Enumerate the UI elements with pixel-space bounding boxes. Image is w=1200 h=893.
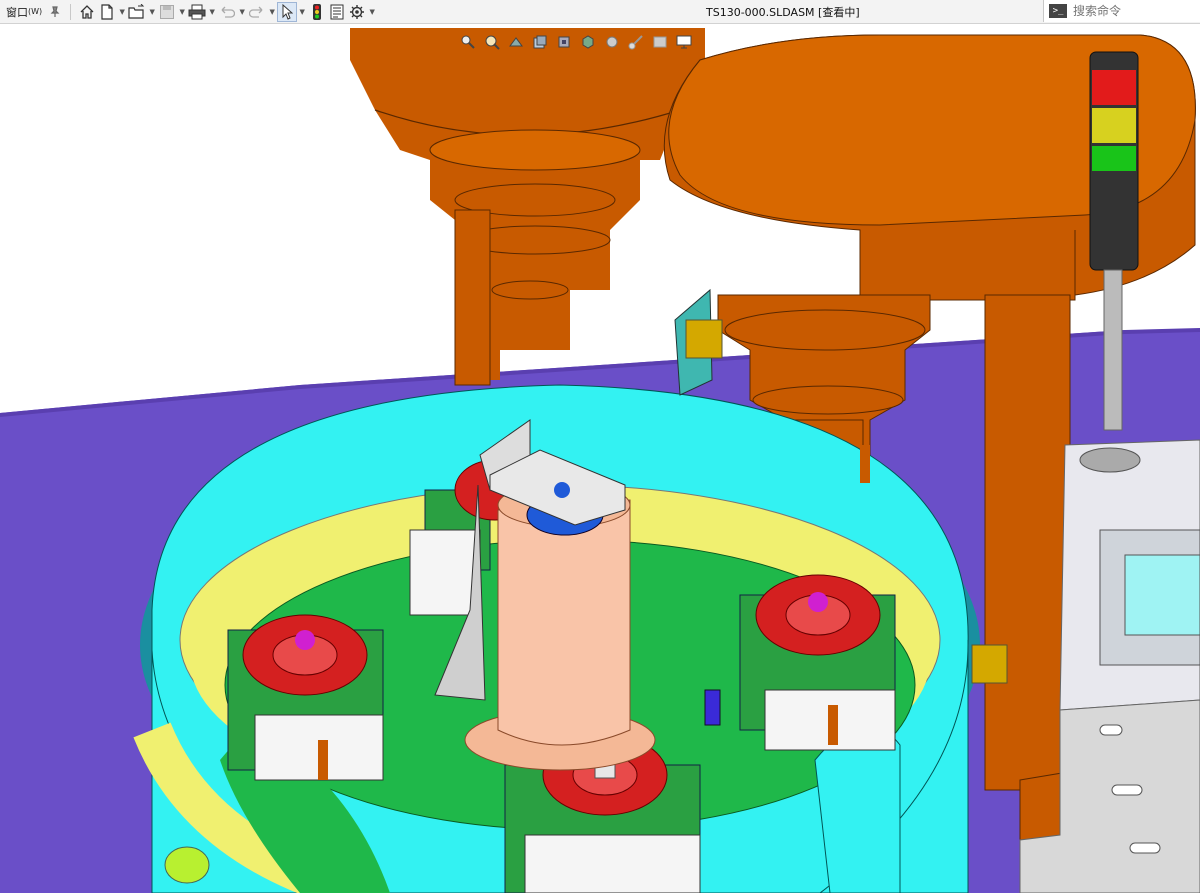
zoom-to-fit-icon[interactable] — [458, 33, 478, 51]
chevron-down-icon[interactable]: ▼ — [147, 0, 157, 23]
chevron-down-icon[interactable]: ▼ — [367, 0, 377, 23]
edit-appearance-icon[interactable] — [626, 33, 646, 51]
view-settings-icon[interactable] — [674, 33, 694, 51]
select-arrow-icon[interactable] — [277, 1, 298, 22]
display-style-icon[interactable] — [578, 33, 598, 51]
print-icon[interactable] — [187, 2, 207, 22]
undo-icon[interactable] — [217, 2, 237, 22]
traffic-light-icon[interactable] — [307, 2, 327, 22]
heads-up-view-toolbar — [458, 32, 694, 52]
main-toolbar: 窗口 (W) ▼ ▼ ▼ ▼ ▼ ▼ ▼ ▼ — [0, 0, 1200, 24]
pin-icon[interactable] — [46, 0, 64, 23]
station-right — [739, 574, 896, 751]
window-menu-label: 窗口 — [6, 5, 28, 19]
view-orientation-icon[interactable] — [554, 33, 574, 51]
chevron-down-icon[interactable]: ▼ — [267, 0, 277, 23]
chevron-down-icon[interactable]: ▼ — [297, 0, 307, 23]
zoom-area-icon[interactable] — [482, 33, 502, 51]
save-icon[interactable] — [157, 2, 177, 22]
open-folder-icon[interactable] — [127, 2, 147, 22]
search-commands[interactable]: >_ — [1043, 0, 1200, 22]
station-left — [227, 614, 384, 781]
chevron-down-icon[interactable]: ▼ — [237, 0, 247, 23]
chevron-down-icon[interactable]: ▼ — [177, 0, 187, 23]
previous-view-icon[interactable] — [506, 33, 526, 51]
window-menu[interactable]: 窗口 (W) — [0, 0, 46, 23]
options-gear-icon[interactable] — [347, 2, 367, 22]
window-menu-accel: (W) — [28, 7, 43, 16]
chevron-down-icon[interactable]: ▼ — [207, 0, 217, 23]
apply-scene-icon[interactable] — [650, 33, 670, 51]
left-hopper — [350, 28, 705, 386]
hide-show-icon[interactable] — [602, 33, 622, 51]
search-input[interactable] — [1071, 3, 1195, 19]
sensor-block — [704, 689, 721, 726]
chevron-down-icon[interactable]: ▼ — [117, 0, 127, 23]
home-icon[interactable] — [77, 2, 97, 22]
graphics-viewport[interactable] — [0, 23, 1200, 893]
toolbar-separator — [70, 3, 72, 20]
section-view-icon[interactable] — [530, 33, 550, 51]
terminal-icon: >_ — [1049, 4, 1067, 18]
new-document-icon[interactable] — [97, 2, 117, 22]
file-properties-icon[interactable] — [327, 2, 347, 22]
document-title: TS130-000.SLDASM [查看中] — [706, 6, 860, 19]
redo-icon[interactable] — [247, 2, 267, 22]
